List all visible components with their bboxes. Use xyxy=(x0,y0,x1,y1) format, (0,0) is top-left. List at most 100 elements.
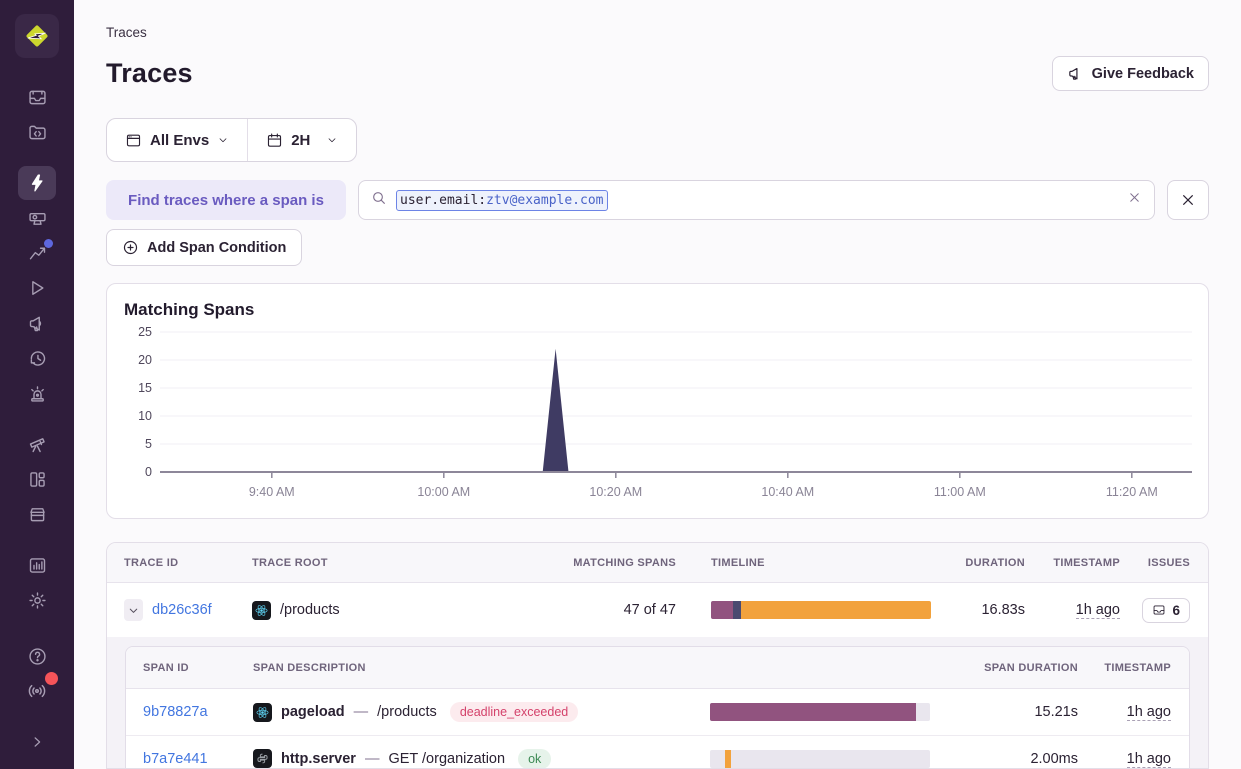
sidebar-item-help[interactable] xyxy=(18,639,56,673)
svg-text:0: 0 xyxy=(145,465,152,479)
window-icon xyxy=(125,132,142,149)
close-icon xyxy=(1180,192,1196,208)
trace-table: Trace ID Trace Root Matching Spans Timel… xyxy=(106,542,1209,769)
sidebar-item-issues[interactable] xyxy=(18,80,56,114)
sidebar-item-projects[interactable] xyxy=(18,201,56,235)
telescope-icon xyxy=(27,434,48,455)
sidebar-item-replays[interactable] xyxy=(18,271,56,305)
chevron-down-icon xyxy=(217,134,229,146)
environment-selector[interactable]: All Envs xyxy=(107,132,247,149)
search-token[interactable]: user.email:ztv@example.com xyxy=(396,190,608,211)
sidebar-item-whats-new[interactable] xyxy=(18,674,56,708)
chart-title: Matching Spans xyxy=(124,300,1198,320)
span-separator: — xyxy=(354,704,369,720)
react-project-icon xyxy=(252,601,271,620)
span-search-input[interactable]: user.email:ztv@example.com xyxy=(358,180,1155,220)
gear-icon xyxy=(27,590,48,611)
environment-value: All Envs xyxy=(150,132,209,149)
help-icon xyxy=(27,646,48,667)
trace-timeline-bar[interactable] xyxy=(711,601,931,619)
col-timestamp: Timestamp xyxy=(1025,557,1120,569)
span-duration: 15.21s xyxy=(930,704,1078,720)
sidebar-item-settings[interactable] xyxy=(18,583,56,617)
calendar-icon xyxy=(266,132,283,149)
sidebar-item-dashboards[interactable] xyxy=(18,462,56,496)
sidebar-item-explore[interactable] xyxy=(18,115,56,149)
svg-text:9:40 AM: 9:40 AM xyxy=(249,485,295,499)
notification-dot xyxy=(44,239,53,248)
sidebar xyxy=(0,0,74,769)
megaphone-icon xyxy=(1067,65,1084,82)
issues-count-button[interactable]: 6 xyxy=(1142,598,1190,623)
give-feedback-button[interactable]: Give Feedback xyxy=(1052,56,1209,91)
siren-icon xyxy=(27,383,48,404)
col-span-duration: Span Duration xyxy=(930,662,1078,674)
svg-text:11:00 AM: 11:00 AM xyxy=(934,485,986,499)
issues-count: 6 xyxy=(1172,603,1180,618)
whats-new-dot xyxy=(45,672,58,685)
issues-icon xyxy=(1152,603,1166,617)
matching-spans-panel: Matching Spans 05101520259:40 AM10:00 AM… xyxy=(106,283,1209,519)
svg-text:10:20 AM: 10:20 AM xyxy=(589,485,642,499)
clear-search-icon[interactable] xyxy=(1127,190,1142,210)
span-row: 9b78827a pageload — /products deadline_e… xyxy=(126,689,1189,735)
sidebar-item-alerts[interactable] xyxy=(18,376,56,410)
span-timestamp: 1h ago xyxy=(1127,751,1171,768)
trace-id-link[interactable]: db26c36f xyxy=(152,602,212,618)
span-description: /products xyxy=(377,704,437,720)
col-span-description: Span Description xyxy=(253,662,710,674)
search-token-key: user.email: xyxy=(400,193,486,208)
react-project-icon xyxy=(253,703,272,722)
search-icon xyxy=(371,190,387,211)
span-status-badge: ok xyxy=(518,749,551,769)
sidebar-item-traces[interactable] xyxy=(18,166,56,200)
collapse-trace-button[interactable] xyxy=(124,599,143,621)
sidebar-collapse-button[interactable] xyxy=(18,725,56,759)
span-condition-label: Find traces where a span is xyxy=(106,180,346,220)
matching-spans-chart: 05101520259:40 AM10:00 AM10:20 AM10:40 A… xyxy=(124,322,1198,512)
span-op: http.server xyxy=(281,751,356,767)
sidebar-item-releases[interactable] xyxy=(18,341,56,375)
sidebar-item-stats[interactable] xyxy=(18,548,56,582)
sidebar-item-insights[interactable] xyxy=(18,236,56,270)
app-logo[interactable] xyxy=(15,14,59,58)
span-timeline-bar[interactable] xyxy=(710,703,930,721)
sidebar-item-archive[interactable] xyxy=(18,497,56,531)
span-table: Span ID Span Description Span Duration T… xyxy=(125,646,1190,769)
span-condition-row: Find traces where a span is user.email:z… xyxy=(106,180,1209,220)
span-id-link[interactable]: 9b78827a xyxy=(143,704,208,720)
svg-text:10: 10 xyxy=(138,409,152,423)
trace-root-name: /products xyxy=(280,602,340,618)
sidebar-item-discover[interactable] xyxy=(18,427,56,461)
breadcrumb[interactable]: Traces xyxy=(106,25,1209,40)
span-status-badge: deadline_exceeded xyxy=(450,702,578,722)
add-span-condition-button[interactable]: Add Span Condition xyxy=(106,229,302,266)
history-clock-icon xyxy=(27,348,48,369)
time-range-selector[interactable]: 2H xyxy=(248,132,356,149)
svg-text:15: 15 xyxy=(138,381,152,395)
sidebar-item-feedback[interactable] xyxy=(18,306,56,340)
col-duration: Duration xyxy=(931,557,1025,569)
matching-spans-count: 47 of 47 xyxy=(561,602,676,618)
span-description: GET /organization xyxy=(388,751,505,767)
span-timeline-bar[interactable] xyxy=(710,750,930,768)
col-trace-id: Trace ID xyxy=(107,557,252,569)
span-timestamp: 1h ago xyxy=(1127,704,1171,721)
filter-bar: All Envs 2H xyxy=(106,118,357,162)
plus-circle-icon xyxy=(122,239,139,256)
python-project-icon xyxy=(253,749,272,768)
lightning-icon xyxy=(27,173,47,193)
play-icon xyxy=(27,278,47,298)
remove-condition-button[interactable] xyxy=(1167,180,1209,220)
span-table-header: Span ID Span Description Span Duration T… xyxy=(126,647,1189,689)
span-id-link[interactable]: b7a7e441 xyxy=(143,751,208,767)
svg-text:25: 25 xyxy=(138,325,152,339)
projector-icon xyxy=(27,208,48,229)
svg-text:10:00 AM: 10:00 AM xyxy=(417,485,470,499)
trace-table-header: Trace ID Trace Root Matching Spans Timel… xyxy=(107,543,1208,583)
span-separator: — xyxy=(365,751,380,767)
add-span-condition-label: Add Span Condition xyxy=(147,240,286,256)
give-feedback-label: Give Feedback xyxy=(1092,66,1194,82)
megaphone-icon xyxy=(27,313,48,334)
main-content: Traces Traces Give Feedback All Envs 2H … xyxy=(74,0,1241,769)
